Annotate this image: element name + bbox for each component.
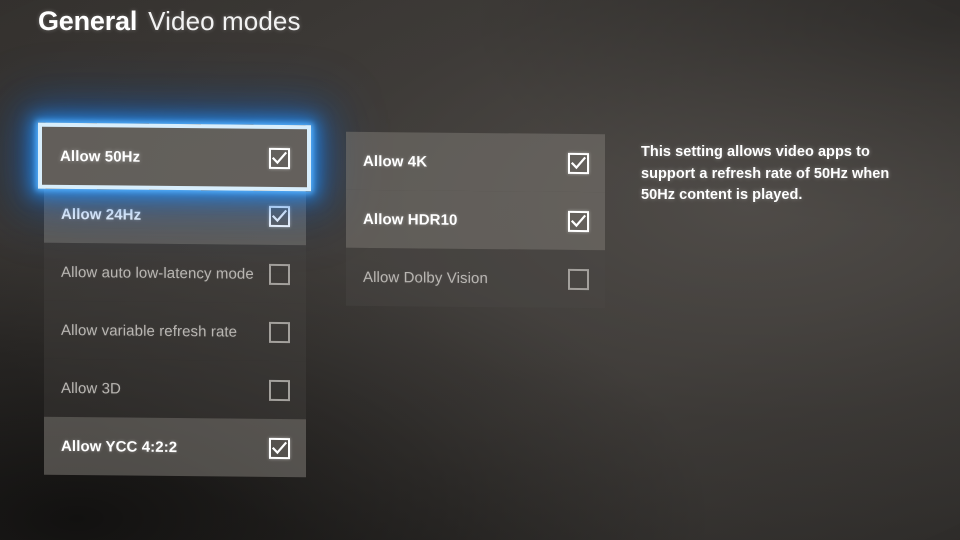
checkbox-checked-icon[interactable] [269, 147, 290, 169]
settings-row-label: Allow HDR10 [363, 210, 458, 229]
checkbox-checked-icon[interactable] [269, 205, 290, 227]
settings-row[interactable]: Allow 4K [346, 131, 605, 193]
checkbox-checked-icon[interactable] [568, 210, 589, 232]
settings-row-label: Allow 24Hz [61, 205, 142, 224]
page-title: Video modes [148, 6, 301, 36]
video-modes-settings-screen: General Video modes Allow 50Hz Allow 24Hz… [0, 0, 960, 540]
settings-row-label: Allow variable refresh rate [61, 321, 238, 341]
settings-row-label: Allow 3D [61, 379, 121, 397]
settings-row[interactable]: Allow HDR10 [346, 189, 605, 251]
settings-row[interactable]: Allow 24Hz [44, 184, 306, 246]
settings-row[interactable]: Allow 3D [44, 358, 306, 420]
settings-row[interactable]: Allow Dolby Vision [346, 247, 605, 309]
settings-row[interactable]: Allow 50Hz [38, 122, 311, 192]
settings-row[interactable]: Allow auto low-latency mode [44, 242, 306, 304]
checkbox-unchecked-icon[interactable] [269, 379, 290, 401]
checkbox-unchecked-icon[interactable] [269, 263, 290, 285]
settings-row-label: Allow 4K [363, 152, 428, 171]
settings-row-label: Allow auto low-latency mode [61, 263, 254, 283]
settings-row-label: Allow 50Hz [60, 147, 141, 166]
checkbox-checked-icon[interactable] [269, 437, 290, 459]
settings-list-secondary: Allow 4K Allow HDR10 Allow Dolby Vision [346, 131, 605, 309]
settings-row-label: Allow Dolby Vision [363, 268, 488, 287]
breadcrumb: General Video modes [38, 6, 301, 37]
checkbox-unchecked-icon[interactable] [568, 268, 589, 290]
checkbox-unchecked-icon[interactable] [269, 321, 290, 343]
breadcrumb-section-general: General [38, 6, 138, 36]
setting-description: This setting allows video apps to suppor… [641, 144, 890, 203]
settings-row[interactable]: Allow YCC 4:2:2 [44, 416, 306, 478]
settings-row-label: Allow YCC 4:2:2 [61, 437, 178, 456]
settings-list-primary: Allow 50Hz Allow 24Hz Allow auto low-laten… [38, 122, 311, 478]
checkbox-checked-icon[interactable] [568, 152, 589, 174]
settings-row[interactable]: Allow variable refresh rate [44, 300, 306, 362]
